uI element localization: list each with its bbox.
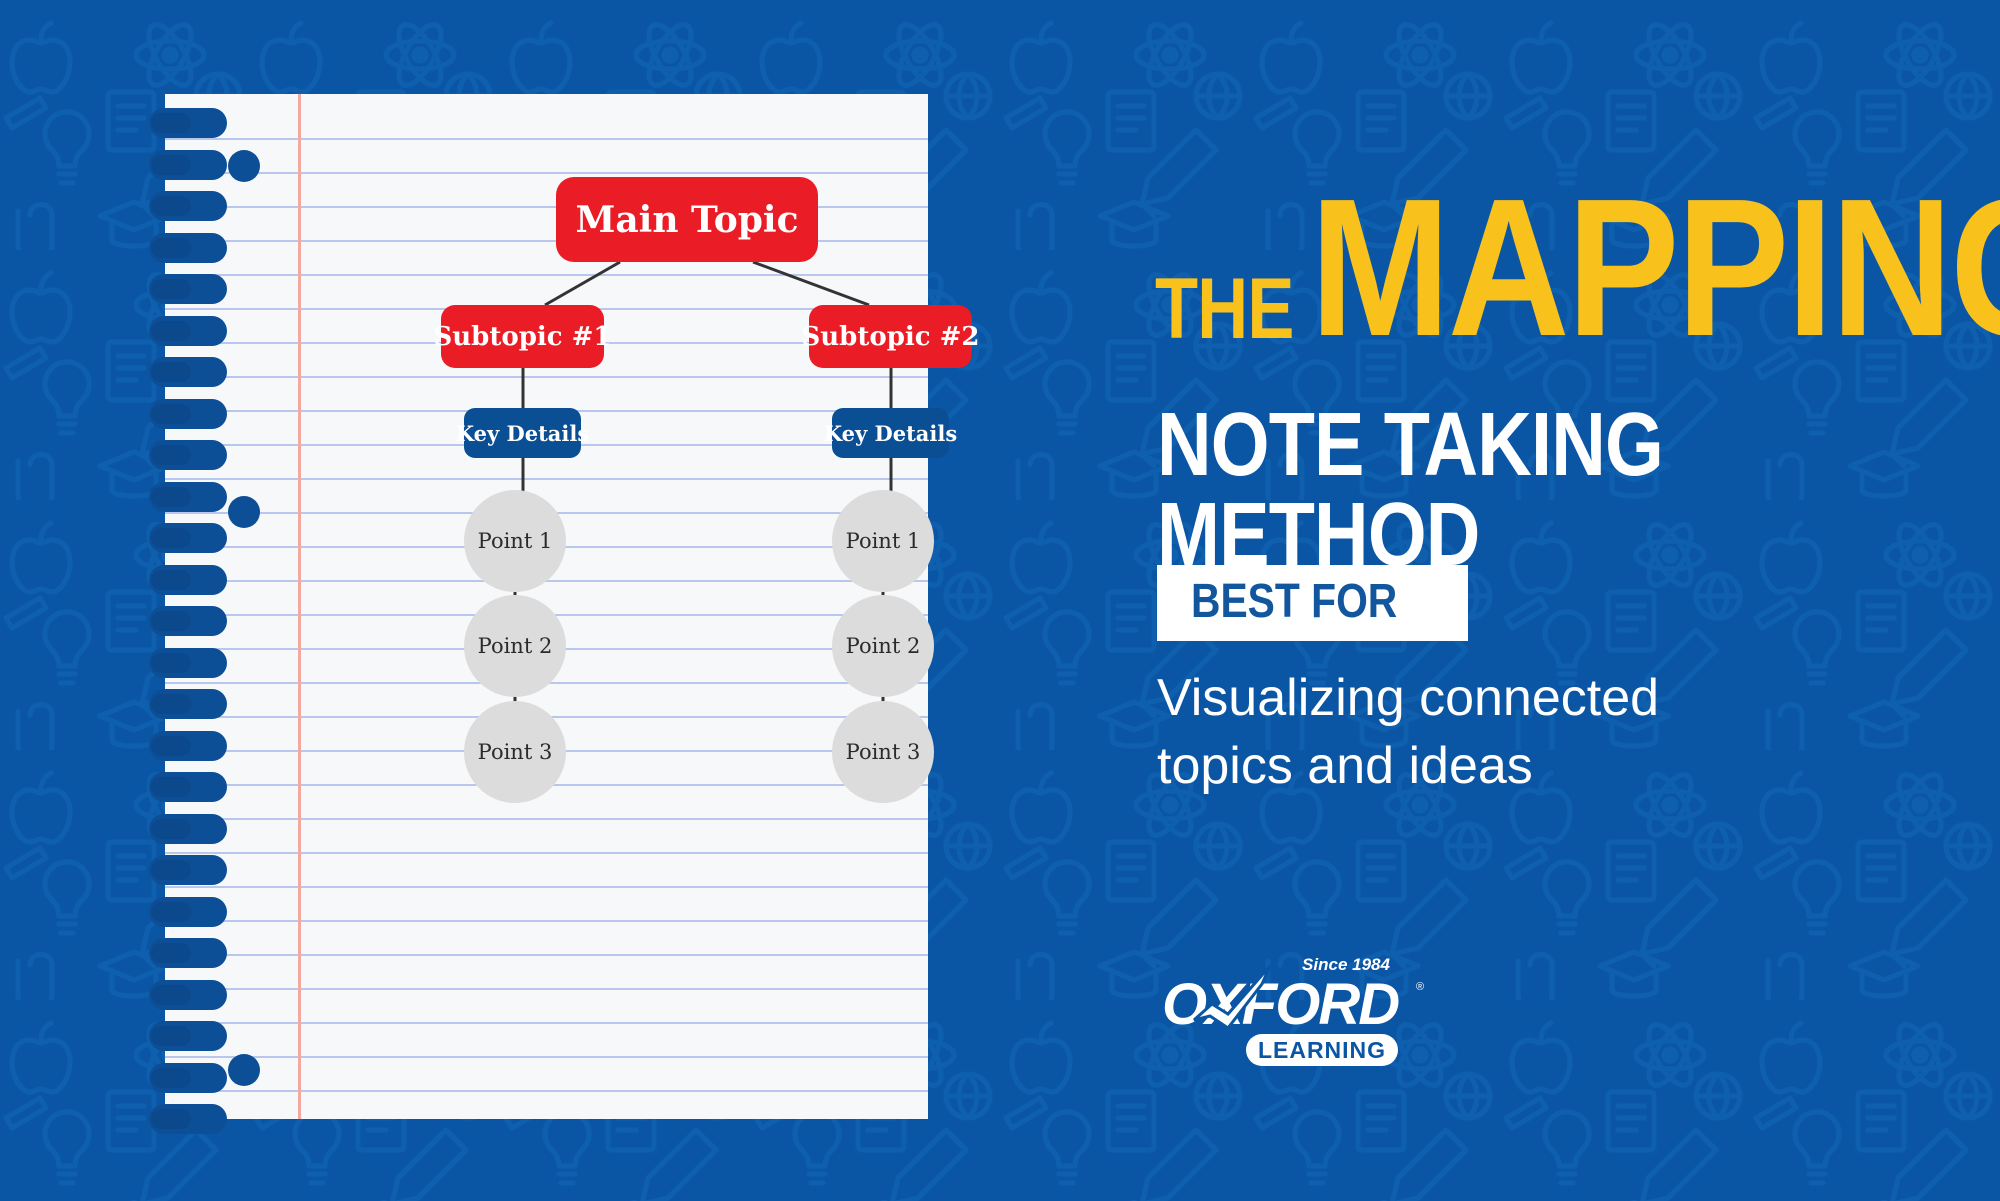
node-label: Point 3 [477, 740, 553, 764]
node-key-details-1[interactable]: Key Details [456, 408, 589, 458]
best-for-badge: BEST FOR [1157, 565, 1468, 641]
headline-subtitle: NOTE TAKING METHOD [1157, 395, 1664, 585]
node-label: Point 3 [845, 740, 921, 764]
node-point-3-left[interactable]: Point 3 [464, 701, 566, 803]
connector-main-to-sub1 [544, 260, 621, 307]
node-point-3-right[interactable]: Point 3 [832, 701, 934, 803]
spiral-coil [149, 1021, 227, 1051]
node-label: Point 2 [477, 634, 553, 658]
headline-group: THE MAPPING [1155, 158, 2000, 377]
spiral-coil [149, 606, 227, 636]
node-point-2-left[interactable]: Point 2 [464, 595, 566, 697]
node-label: Key Details [455, 420, 590, 446]
spiral-coil [149, 357, 227, 387]
node-label: Subtopic #1 [433, 321, 612, 352]
spiral-coil [149, 896, 227, 927]
logo-trademark-icon: ® [1416, 981, 1424, 993]
node-label: Main Topic [575, 198, 799, 241]
spiral-coil [149, 274, 227, 304]
best-for-label: BEST FOR [1191, 575, 1398, 628]
spiral-coil [149, 689, 227, 719]
node-subtopic-2[interactable]: Subtopic #2 [801, 305, 980, 368]
node-label: Key Details [823, 420, 958, 446]
spiral-coil [149, 440, 227, 470]
spiral-coil [149, 149, 227, 180]
mind-map-diagram: Main Topic Subtopic #1 Subtopic #2 Key D… [165, 94, 980, 1119]
node-label: Point 1 [477, 529, 553, 553]
node-subtopic-1[interactable]: Subtopic #1 [433, 305, 612, 368]
node-label: Point 1 [845, 529, 921, 553]
headline-the: THE [1155, 261, 1294, 358]
node-label: Subtopic #2 [801, 321, 980, 352]
node-point-2-right[interactable]: Point 2 [832, 595, 934, 697]
node-point-1-left[interactable]: Point 1 [464, 490, 566, 592]
spiral-coil [149, 315, 227, 346]
logo-tagline: LEARNING [1258, 1037, 1386, 1063]
infographic-canvas: Main Topic Subtopic #1 Subtopic #2 Key D… [0, 0, 2000, 1201]
spiral-coil [149, 191, 227, 221]
spiral-coil [149, 1062, 227, 1093]
node-main-topic[interactable]: Main Topic [556, 177, 818, 262]
headline-mapping: MAPPING [1310, 158, 2000, 377]
spiral-coil [149, 979, 227, 1010]
spiral-coil [149, 730, 227, 761]
oxford-learning-logo[interactable]: Since 1984 ® OXFORD LEARNING [1158, 948, 1428, 1070]
node-label: Point 2 [845, 634, 921, 658]
node-key-details-2[interactable]: Key Details [824, 408, 957, 458]
paper-sheet: Main Topic Subtopic #1 Subtopic #2 Key D… [165, 94, 980, 1119]
node-point-1-right[interactable]: Point 1 [832, 490, 934, 592]
spiral-coil [149, 523, 227, 553]
spiral-coil [149, 938, 227, 968]
spiral-coil [149, 1104, 227, 1134]
spiral-coil [149, 398, 227, 429]
logo-wordmark: OXFORD [1162, 972, 1399, 1037]
spiral-coil [149, 108, 227, 138]
spiral-coil [149, 481, 227, 512]
spiral-coil [149, 232, 227, 263]
description-text: Visualizing connected topics and ideas [1157, 669, 1660, 795]
spiral-coil [149, 772, 227, 802]
connector-main-to-sub2 [752, 260, 870, 307]
spiral-coil [149, 813, 227, 844]
notebook-page: Main Topic Subtopic #1 Subtopic #2 Key D… [143, 94, 980, 1134]
spiral-coil [149, 855, 227, 885]
spiral-coil [149, 647, 227, 678]
spiral-binding [143, 94, 263, 1134]
spiral-coil [149, 564, 227, 595]
